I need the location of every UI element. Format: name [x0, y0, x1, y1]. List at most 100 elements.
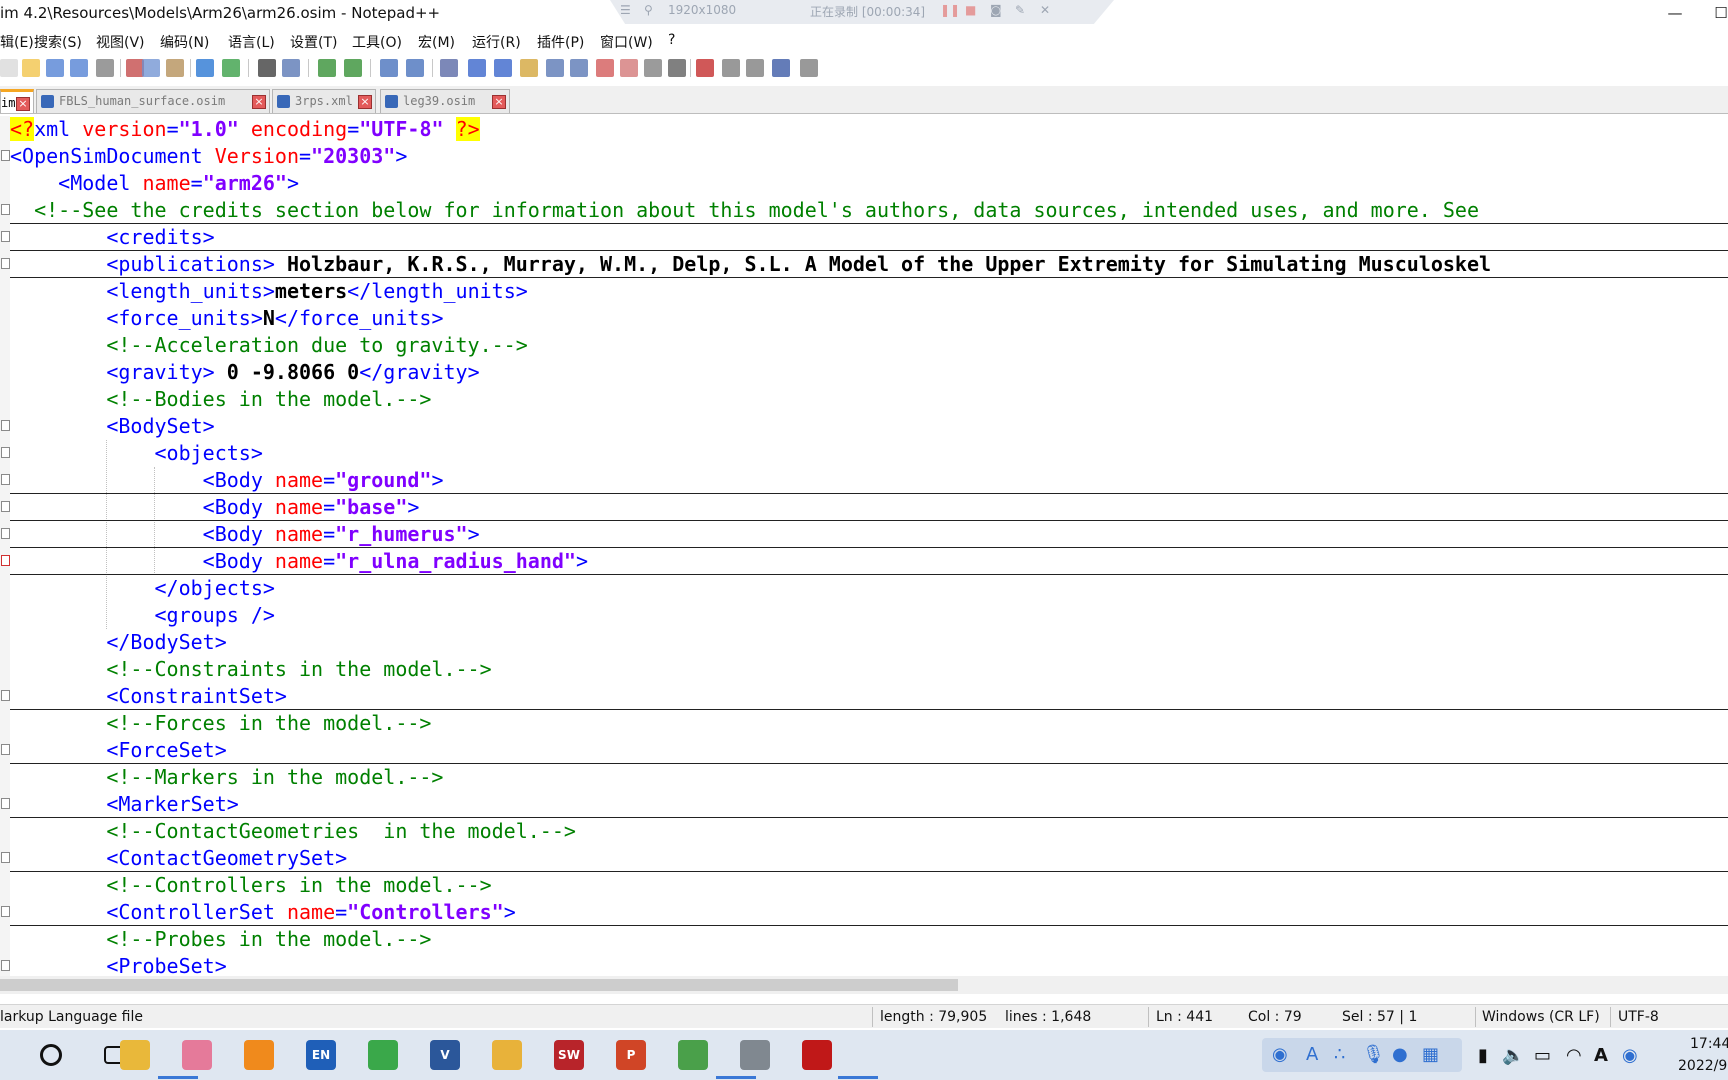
pin-icon[interactable]: ⚲: [644, 3, 653, 17]
redo-icon[interactable]: [222, 59, 240, 77]
zoom-in-icon[interactable]: [318, 59, 336, 77]
input-method-bar[interactable]: ◉ A ∴ 🎙 ● ▦: [1262, 1038, 1462, 1072]
fold-margin[interactable]: [0, 116, 10, 976]
file-explorer-icon[interactable]: [120, 1040, 150, 1070]
scrollbar-thumb[interactable]: [0, 979, 958, 991]
mic-tray-icon[interactable]: ▮: [1478, 1045, 1488, 1066]
fold-toggle-icon[interactable]: [1, 798, 10, 809]
fold-toggle-icon[interactable]: [1, 420, 10, 431]
close-icon[interactable]: ×: [252, 95, 266, 109]
encoding[interactable]: UTF-8: [1618, 1009, 1659, 1025]
doc-map-icon[interactable]: [546, 59, 564, 77]
close-icon[interactable]: ✕: [1040, 3, 1050, 17]
ime-a-icon[interactable]: A: [1594, 1045, 1608, 1066]
paste-icon[interactable]: [166, 59, 184, 77]
chrome-icon[interactable]: [492, 1040, 522, 1070]
tab[interactable]: 3rps.xml ×: [272, 89, 376, 113]
menu-item[interactable]: 设置(T): [290, 32, 337, 52]
grid-icon[interactable]: ▦: [1422, 1044, 1439, 1065]
close-icon[interactable]: ×: [358, 95, 372, 109]
undo-icon[interactable]: [196, 59, 214, 77]
user-icon[interactable]: ●: [1392, 1044, 1408, 1065]
fold-toggle-icon[interactable]: [1, 690, 10, 701]
minimize-button[interactable]: —: [1652, 0, 1698, 28]
play-multi-icon[interactable]: [772, 59, 790, 77]
new-file-icon[interactable]: [0, 59, 18, 77]
menu-item[interactable]: 视图(V): [96, 32, 145, 52]
replace-icon[interactable]: [282, 59, 300, 77]
tab[interactable]: FBLS_human_surface.osim ×: [36, 89, 270, 113]
volume-icon[interactable]: 🔈: [1502, 1045, 1524, 1066]
screen-recorder-bar[interactable]: ☰ ⚲ 1920x1080 正在录制 [00:00:34] ❚❚ ■ ◙ ✎ ✕: [610, 0, 1114, 24]
fold-toggle-icon[interactable]: [1, 258, 10, 269]
stop-icon[interactable]: ■: [965, 3, 976, 17]
menu-icon[interactable]: ☰: [620, 3, 631, 17]
function-list-icon[interactable]: [570, 59, 588, 77]
tab[interactable]: im ×: [0, 89, 34, 113]
notepad-plus-plus-icon[interactable]: [678, 1040, 708, 1070]
menu-item[interactable]: 宏(M): [418, 32, 455, 52]
ifly-tray-icon[interactable]: ◉: [1622, 1045, 1638, 1066]
save-all-icon[interactable]: [70, 59, 88, 77]
battery-icon[interactable]: ▭: [1534, 1045, 1551, 1066]
refresh-app-icon[interactable]: [368, 1040, 398, 1070]
fold-toggle-icon[interactable]: [1, 744, 10, 755]
maximize-button[interactable]: ☐: [1698, 0, 1728, 28]
menu-item[interactable]: 运行(R): [472, 32, 521, 52]
fold-toggle-icon[interactable]: [1, 960, 10, 971]
folder-open-icon[interactable]: [620, 59, 638, 77]
eol-format[interactable]: Windows (CR LF): [1482, 1009, 1600, 1025]
menu-item[interactable]: 语言(L): [228, 32, 275, 52]
fold-toggle-icon[interactable]: [1, 852, 10, 863]
wifi-icon[interactable]: ◠: [1566, 1045, 1582, 1066]
record-icon[interactable]: [696, 59, 714, 77]
solidworks-icon[interactable]: SW: [554, 1040, 584, 1070]
code-editor[interactable]: <?xml version="1.0" encoding="UTF-8" ?> <…: [0, 116, 1728, 976]
menu-item[interactable]: 编码(N): [160, 32, 209, 52]
zoom-out-icon[interactable]: [344, 59, 362, 77]
search-magnifier-icon[interactable]: [244, 1040, 274, 1070]
menu-item[interactable]: ?: [668, 32, 675, 48]
opensim-icon[interactable]: [740, 1040, 770, 1070]
stop-icon[interactable]: [722, 59, 740, 77]
pen-icon[interactable]: ✎: [1015, 3, 1025, 17]
fold-toggle-icon[interactable]: [1, 555, 10, 566]
ifly-icon[interactable]: ◉: [1272, 1044, 1288, 1065]
monitor-icon[interactable]: [644, 59, 662, 77]
sync-v-icon[interactable]: [380, 59, 398, 77]
fold-toggle-icon[interactable]: [1, 204, 10, 215]
open-file-icon[interactable]: [22, 59, 40, 77]
udl-icon[interactable]: [520, 59, 538, 77]
eye-icon[interactable]: [668, 59, 686, 77]
menu-item[interactable]: 工具(O): [352, 32, 402, 52]
search-app-icon[interactable]: [40, 1044, 62, 1066]
save-macro-icon[interactable]: [800, 59, 818, 77]
wrap-icon[interactable]: [440, 59, 458, 77]
fold-toggle-icon[interactable]: [1, 501, 10, 512]
close-icon[interactable]: ×: [16, 97, 30, 111]
camera-icon[interactable]: ◙: [990, 3, 1002, 17]
fold-toggle-icon[interactable]: [1, 150, 10, 161]
font-a-icon[interactable]: A: [1306, 1044, 1318, 1065]
sync-h-icon[interactable]: [406, 59, 424, 77]
show-all-icon[interactable]: [468, 59, 486, 77]
tab[interactable]: leg39.osim ×: [380, 89, 510, 113]
indent-guide-icon[interactable]: [494, 59, 512, 77]
pause-icon[interactable]: ❚❚: [940, 3, 960, 17]
recorder-icon[interactable]: [802, 1040, 832, 1070]
fold-toggle-icon[interactable]: [1, 231, 10, 242]
dots-icon[interactable]: ∴: [1334, 1044, 1345, 1065]
copy-icon[interactable]: [142, 59, 160, 77]
fold-toggle-icon[interactable]: [1, 447, 10, 458]
folder-icon[interactable]: [596, 59, 614, 77]
clock-date[interactable]: 2022/9: [1678, 1058, 1727, 1074]
app-flower-icon[interactable]: [182, 1040, 212, 1070]
clock-time[interactable]: 17:44: [1690, 1036, 1728, 1052]
menu-item[interactable]: 搜索(S): [34, 32, 82, 52]
menu-item[interactable]: 插件(P): [537, 32, 584, 52]
close-icon[interactable]: ×: [492, 95, 506, 109]
find-icon[interactable]: [258, 59, 276, 77]
play-icon[interactable]: [746, 59, 764, 77]
fold-toggle-icon[interactable]: [1, 906, 10, 917]
fold-toggle-icon[interactable]: [1, 528, 10, 539]
